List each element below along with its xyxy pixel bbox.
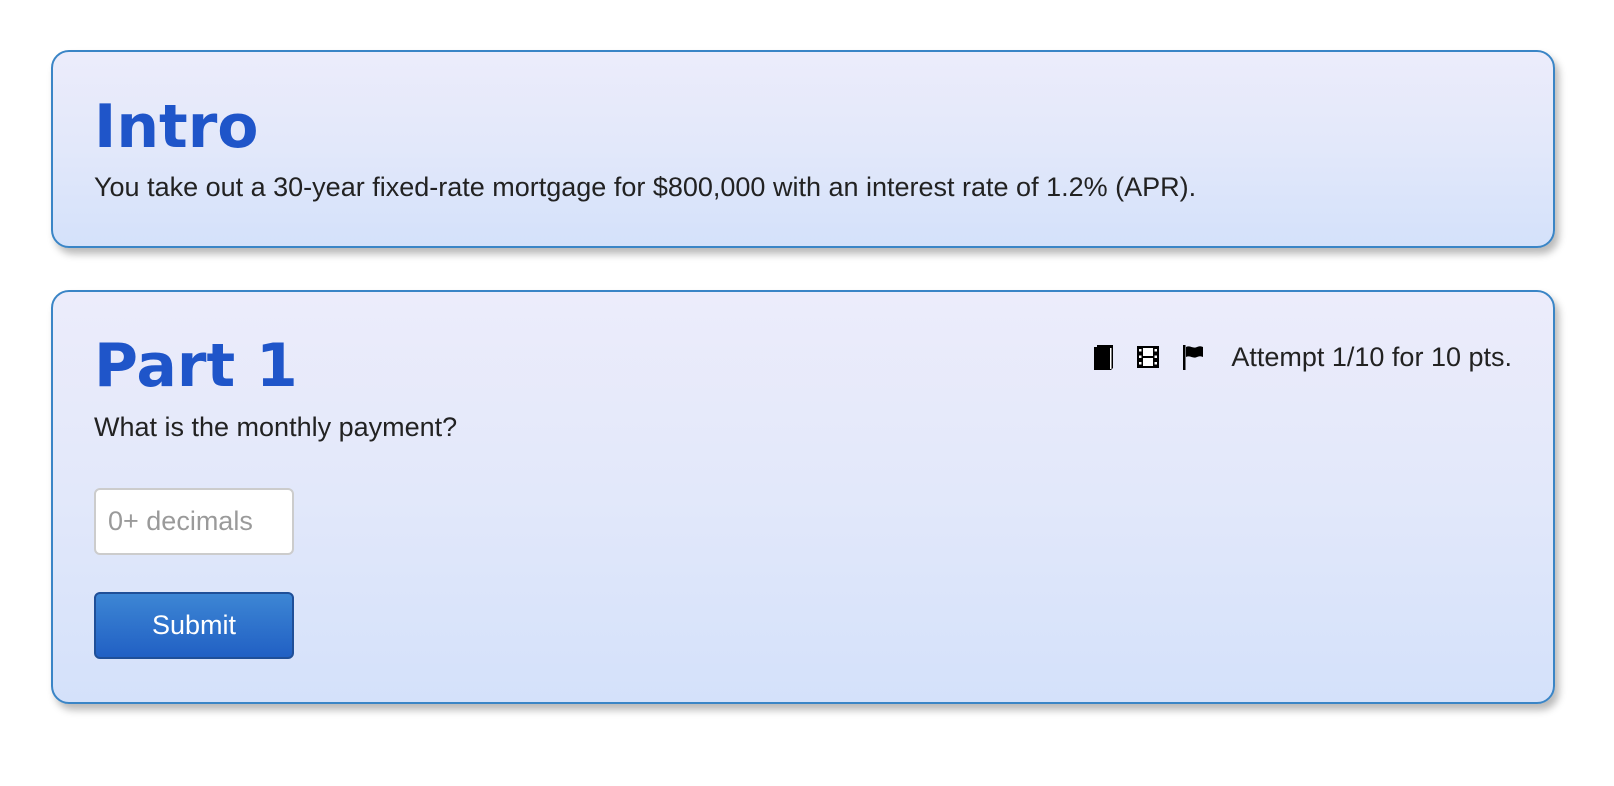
- intro-card: Intro You take out a 30-year fixed-rate …: [51, 50, 1555, 248]
- part-1-title: Part 1: [94, 331, 298, 401]
- film-icon[interactable]: [1135, 342, 1161, 372]
- question-tools: Attempt 1/10 for 10 pts.: [1091, 340, 1512, 374]
- question-text: What is the monthly payment?: [94, 412, 458, 442]
- submit-button[interactable]: Submit: [94, 592, 294, 659]
- part-1-card: Part 1 Attempt 1/10 for 10 pts. What is …: [51, 290, 1555, 704]
- answer-input[interactable]: [94, 488, 294, 555]
- flag-icon[interactable]: [1179, 342, 1205, 372]
- book-icon[interactable]: [1091, 342, 1117, 372]
- attempt-counter: Attempt 1/10 for 10 pts.: [1231, 341, 1512, 372]
- intro-text: You take out a 30-year fixed-rate mortga…: [94, 172, 1197, 202]
- intro-title: Intro: [94, 92, 259, 162]
